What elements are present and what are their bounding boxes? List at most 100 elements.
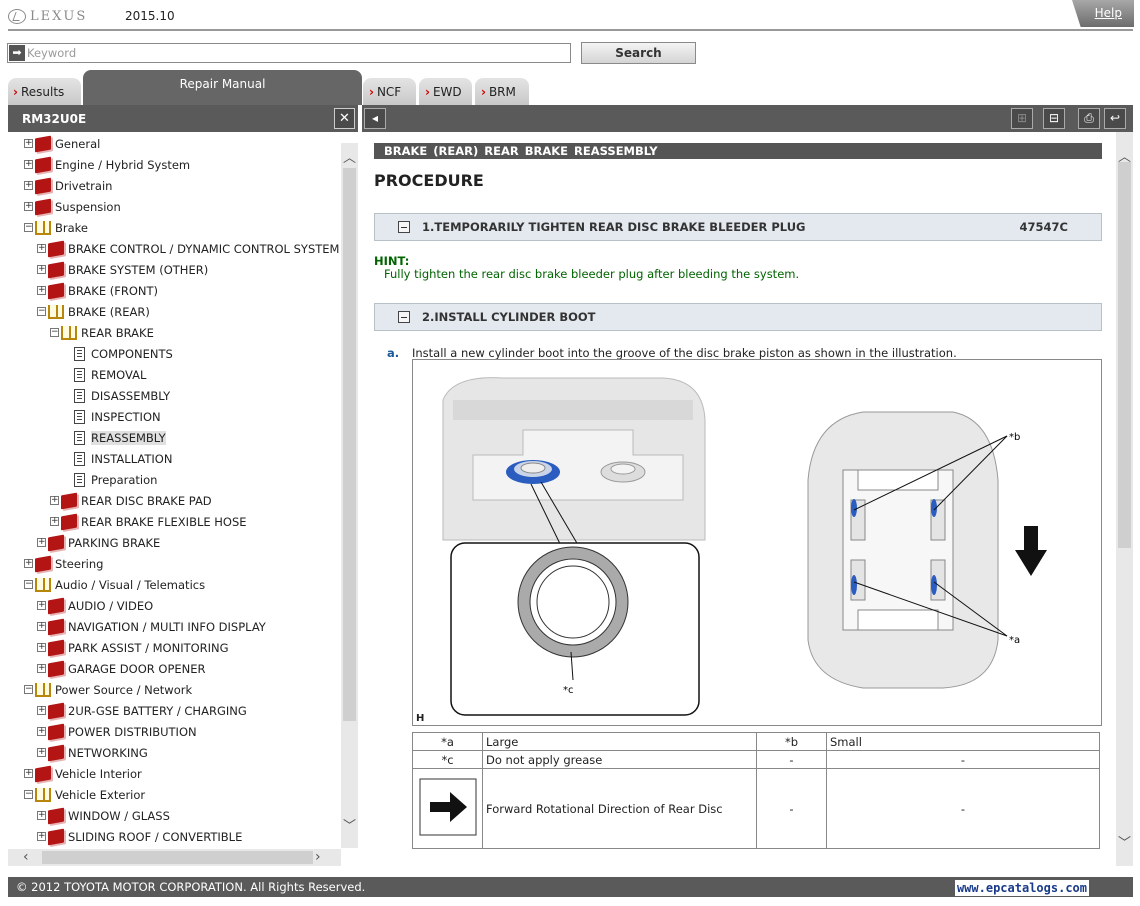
expand-icon[interactable]: +	[24, 181, 33, 190]
collapse-panel-button[interactable]: ◂	[364, 108, 386, 129]
tree-item[interactable]: + BRAKE CONTROL / DYNAMIC CONTROL SYSTEMS	[37, 238, 340, 259]
step-header-2[interactable]: 2.INSTALL CYLINDER BOOT	[374, 303, 1102, 331]
tree-item[interactable]: + SLIDING ROOF / CONVERTIBLE	[37, 826, 242, 847]
tree-item[interactable]: + WINDOW / GLASS	[37, 805, 170, 826]
tree-item-label: REMOVAL	[91, 367, 147, 382]
tab-brm[interactable]: › BRM	[475, 78, 529, 105]
tree-item[interactable]: − Brake	[24, 217, 88, 238]
book-icon	[35, 135, 51, 152]
collapse-icon[interactable]: −	[50, 328, 59, 337]
tab-results[interactable]: › Results	[8, 78, 81, 105]
tree-item[interactable]: + POWER DISTRIBUTION	[37, 721, 197, 742]
expand-icon[interactable]: +	[37, 748, 46, 757]
collapse-icon[interactable]: −	[24, 685, 33, 694]
expand-icon[interactable]: +	[37, 832, 46, 841]
expand-icon[interactable]: +	[37, 622, 46, 631]
tree-item[interactable]: + Engine / Hybrid System	[24, 154, 190, 175]
tab-ewd[interactable]: › EWD	[419, 78, 472, 105]
scrollbar-thumb[interactable]	[1118, 162, 1131, 548]
tree-item[interactable]: + NETWORKING	[37, 742, 148, 763]
expand-icon[interactable]: +	[37, 265, 46, 274]
expand-all-button[interactable]: ⊞	[1011, 108, 1033, 129]
expand-icon[interactable]: +	[50, 517, 59, 526]
scroll-right-icon[interactable]: ›	[315, 849, 321, 865]
expand-icon[interactable]: +	[37, 706, 46, 715]
expand-icon[interactable]: +	[37, 286, 46, 295]
expand-icon[interactable]: +	[24, 160, 33, 169]
expand-icon[interactable]: +	[37, 811, 46, 820]
tree-item-label: COMPONENTS	[91, 346, 173, 361]
tab-repair-manual[interactable]: Repair Manual	[83, 70, 362, 105]
collapse-all-button[interactable]: ⊟	[1043, 108, 1065, 129]
tree-item[interactable]: + PARKING BRAKE	[37, 532, 160, 553]
app-header: LEXUS 2015.10 Help	[0, 0, 1140, 32]
scroll-up-icon[interactable]: ︿	[341, 147, 358, 166]
tree-item[interactable]: + Vehicle Interior	[24, 763, 142, 784]
tree-item[interactable]: − REAR BRAKE	[50, 322, 154, 343]
tree-item[interactable]: + PARK ASSIST / MONITORING	[37, 637, 229, 658]
collapse-icon[interactable]	[398, 221, 410, 233]
tree-item[interactable]: − Vehicle Exterior	[24, 784, 145, 805]
help-link[interactable]: Help	[1095, 6, 1122, 20]
legend-table: *a Large *b Small *c Do not apply grease…	[412, 732, 1100, 849]
expand-icon[interactable]: +	[37, 643, 46, 652]
expand-icon[interactable]: +	[37, 538, 46, 547]
tree-item[interactable]: + GARAGE DOOR OPENER	[37, 658, 206, 679]
book-icon	[48, 702, 64, 719]
legend-key: *c	[412, 750, 483, 769]
tree-item[interactable]: + General	[24, 133, 100, 154]
tree-item[interactable]: Preparation	[72, 469, 157, 490]
print-button[interactable]: ⎙	[1078, 108, 1100, 129]
content-vertical-scrollbar[interactable]: ︿ ﹀	[1116, 132, 1133, 866]
expand-icon[interactable]: +	[37, 664, 46, 673]
search-button[interactable]: Search	[581, 42, 696, 64]
expand-icon[interactable]: +	[24, 559, 33, 568]
tree-item[interactable]: + BRAKE SYSTEM (OTHER)	[37, 259, 208, 280]
scroll-down-icon[interactable]: ﹀	[1116, 832, 1133, 851]
tree-item[interactable]: DISASSEMBLY	[72, 385, 170, 406]
back-button[interactable]: ↩	[1104, 108, 1126, 129]
step-header-1[interactable]: 1.TEMPORARILY TIGHTEN REAR DISC BRAKE BL…	[374, 213, 1102, 241]
tree-item[interactable]: INSPECTION	[72, 406, 161, 427]
tree-item[interactable]: REASSEMBLY	[72, 427, 166, 448]
expand-icon[interactable]: +	[37, 601, 46, 610]
collapse-icon[interactable]: −	[24, 790, 33, 799]
tree-item[interactable]: − BRAKE (REAR)	[37, 301, 150, 322]
scroll-left-icon[interactable]: ‹	[23, 849, 29, 865]
expand-icon[interactable]: +	[24, 769, 33, 778]
search-field[interactable]: ➡	[7, 43, 571, 63]
scrollbar-thumb[interactable]	[343, 168, 356, 721]
tree-item[interactable]: + Steering	[24, 553, 103, 574]
collapse-icon[interactable]	[398, 311, 410, 323]
tab-ncf[interactable]: › NCF	[363, 78, 416, 105]
collapse-icon[interactable]: −	[24, 580, 33, 589]
tree-item[interactable]: REMOVAL	[72, 364, 146, 385]
collapse-icon[interactable]: −	[37, 307, 46, 316]
tree-item[interactable]: − Power Source / Network	[24, 679, 192, 700]
expand-icon[interactable]: +	[37, 727, 46, 736]
step-title: 2.INSTALL CYLINDER BOOT	[422, 310, 596, 324]
expand-icon[interactable]: +	[37, 244, 46, 253]
tree-item[interactable]: + REAR BRAKE FLEXIBLE HOSE	[50, 511, 247, 532]
expand-icon[interactable]: +	[24, 139, 33, 148]
tree-item[interactable]: + REAR DISC BRAKE PAD	[50, 490, 212, 511]
tree-item[interactable]: + AUDIO / VIDEO	[37, 595, 153, 616]
tree-horizontal-scrollbar[interactable]: ‹ ›	[8, 849, 341, 866]
search-input[interactable]	[27, 45, 567, 61]
tree-item[interactable]: + Drivetrain	[24, 175, 112, 196]
scroll-down-icon[interactable]: ﹀	[341, 815, 358, 834]
tree-item[interactable]: + BRAKE (FRONT)	[37, 280, 158, 301]
tree-item[interactable]: COMPONENTS	[72, 343, 173, 364]
scrollbar-thumb[interactable]	[42, 851, 313, 864]
tree-vertical-scrollbar[interactable]: ︿ ﹀	[341, 143, 358, 848]
expand-icon[interactable]: +	[50, 496, 59, 505]
tree-item[interactable]: + NAVIGATION / MULTI INFO DISPLAY	[37, 616, 266, 637]
close-tree-button[interactable]: ✕	[334, 108, 355, 129]
expand-icon[interactable]: +	[24, 202, 33, 211]
tree-item[interactable]: +2UR-GSE BATTERY / CHARGING	[37, 700, 247, 721]
collapse-icon[interactable]: −	[24, 223, 33, 232]
tree-item[interactable]: − Audio / Visual / Telematics	[24, 574, 205, 595]
tree-item[interactable]: INSTALLATION	[72, 448, 172, 469]
tree-item[interactable]: + Suspension	[24, 196, 121, 217]
chevron-right-icon: ›	[13, 84, 18, 99]
